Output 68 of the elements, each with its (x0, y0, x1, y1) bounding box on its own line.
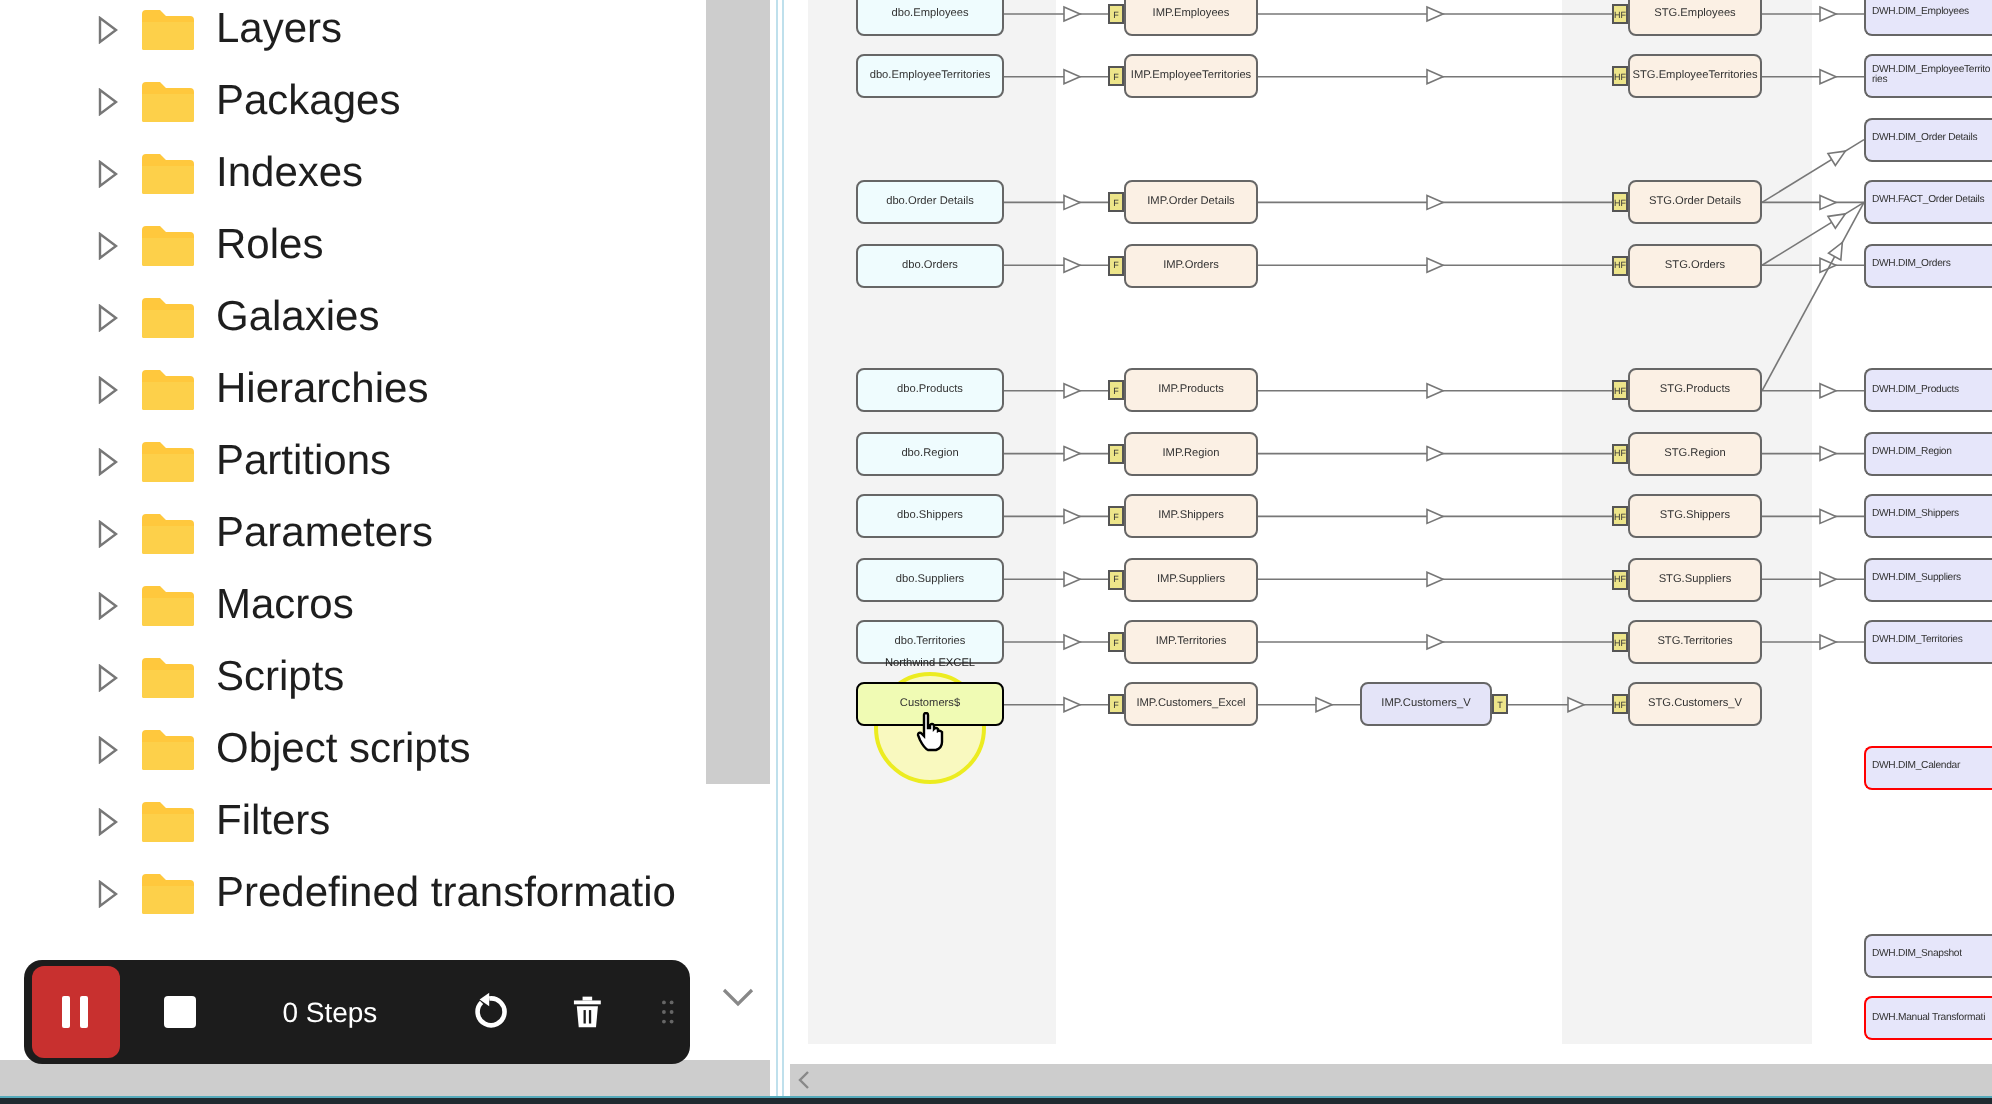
tree-item-label[interactable]: Partitions (216, 438, 392, 486)
drag-handle-icon[interactable] (662, 1000, 674, 1024)
expand-caret-icon[interactable] (96, 592, 120, 620)
tree-item-label[interactable]: Roles (216, 222, 324, 270)
trash-icon[interactable] (571, 994, 603, 1030)
tree-item-label[interactable]: Predefined transformatio (216, 870, 676, 918)
connector-arrow (1003, 633, 1109, 651)
folder-icon (140, 8, 196, 52)
folder-icon (140, 800, 196, 844)
connector-arrow (1761, 445, 1865, 462)
folder-icon (140, 296, 196, 340)
folder-icon (140, 224, 196, 268)
expand-caret-icon[interactable] (96, 736, 120, 764)
folder-icon (140, 440, 196, 484)
expand-caret-icon[interactable] (96, 160, 120, 188)
tree-item-label[interactable]: Scripts (216, 654, 345, 702)
step-count: 0 Steps (282, 996, 378, 1028)
folder-icon (140, 584, 196, 628)
connector-arrow (1003, 508, 1109, 525)
tree-item-label[interactable]: Object scripts (216, 726, 471, 774)
folder-icon (140, 80, 196, 124)
connector-arrow (1003, 382, 1109, 400)
folder-icon (140, 512, 196, 556)
folder-icon (140, 728, 196, 772)
tree-item-label[interactable]: Parameters (216, 510, 434, 558)
expand-caret-icon[interactable] (96, 376, 120, 404)
hand-cursor-icon (916, 712, 944, 753)
connector-arrow (1003, 696, 1109, 714)
connector-arrow (1003, 570, 1109, 588)
expand-caret-icon[interactable] (96, 88, 120, 116)
pause-icon (60, 994, 93, 1030)
connector-arrow (1761, 570, 1865, 588)
connector-arrow (1257, 696, 1361, 714)
scroll-left-icon[interactable] (798, 1070, 810, 1090)
tree-item-label[interactable]: Packages (216, 78, 401, 126)
tree-item-label[interactable]: Hierarchies (216, 366, 429, 414)
reset-icon[interactable] (469, 992, 508, 1032)
scroll-down-icon[interactable] (722, 988, 754, 1008)
expand-caret-icon[interactable] (96, 232, 120, 260)
expand-caret-icon[interactable] (96, 520, 120, 548)
connector-arrow (1003, 445, 1109, 462)
tree-item-label[interactable]: Macros (216, 582, 354, 630)
tree-item-label[interactable]: Filters (216, 798, 331, 846)
connector-arrow (1003, 194, 1109, 211)
connector-arrow (1003, 5, 1109, 23)
folder-icon (140, 656, 196, 700)
tree-item-label[interactable]: Indexes (216, 150, 364, 198)
connector-arrow (1003, 256, 1109, 274)
connector-arrow (1003, 68, 1109, 86)
folder-icon (140, 872, 196, 916)
tree-item-label[interactable]: Galaxies (216, 294, 380, 342)
vertical-scrollbar[interactable] (706, 0, 770, 784)
folder-icon (140, 152, 196, 196)
expand-caret-icon[interactable] (96, 16, 120, 44)
expand-caret-icon[interactable] (96, 808, 120, 836)
connector-arrow (1507, 696, 1613, 714)
connector-arrow (1761, 508, 1865, 525)
expand-caret-icon[interactable] (96, 880, 120, 908)
expand-caret-icon[interactable] (96, 448, 120, 476)
connector-arrow (1761, 5, 1865, 23)
horizontal-scrollbar[interactable] (0, 1060, 770, 1096)
folder-icon (140, 368, 196, 412)
connector-arrow (1761, 633, 1865, 651)
expand-caret-icon[interactable] (96, 304, 120, 332)
expand-caret-icon[interactable] (96, 664, 120, 692)
pause-button[interactable] (32, 966, 121, 1058)
connector-arrow (1761, 68, 1865, 86)
tree-item-label[interactable]: Layers (216, 6, 343, 54)
